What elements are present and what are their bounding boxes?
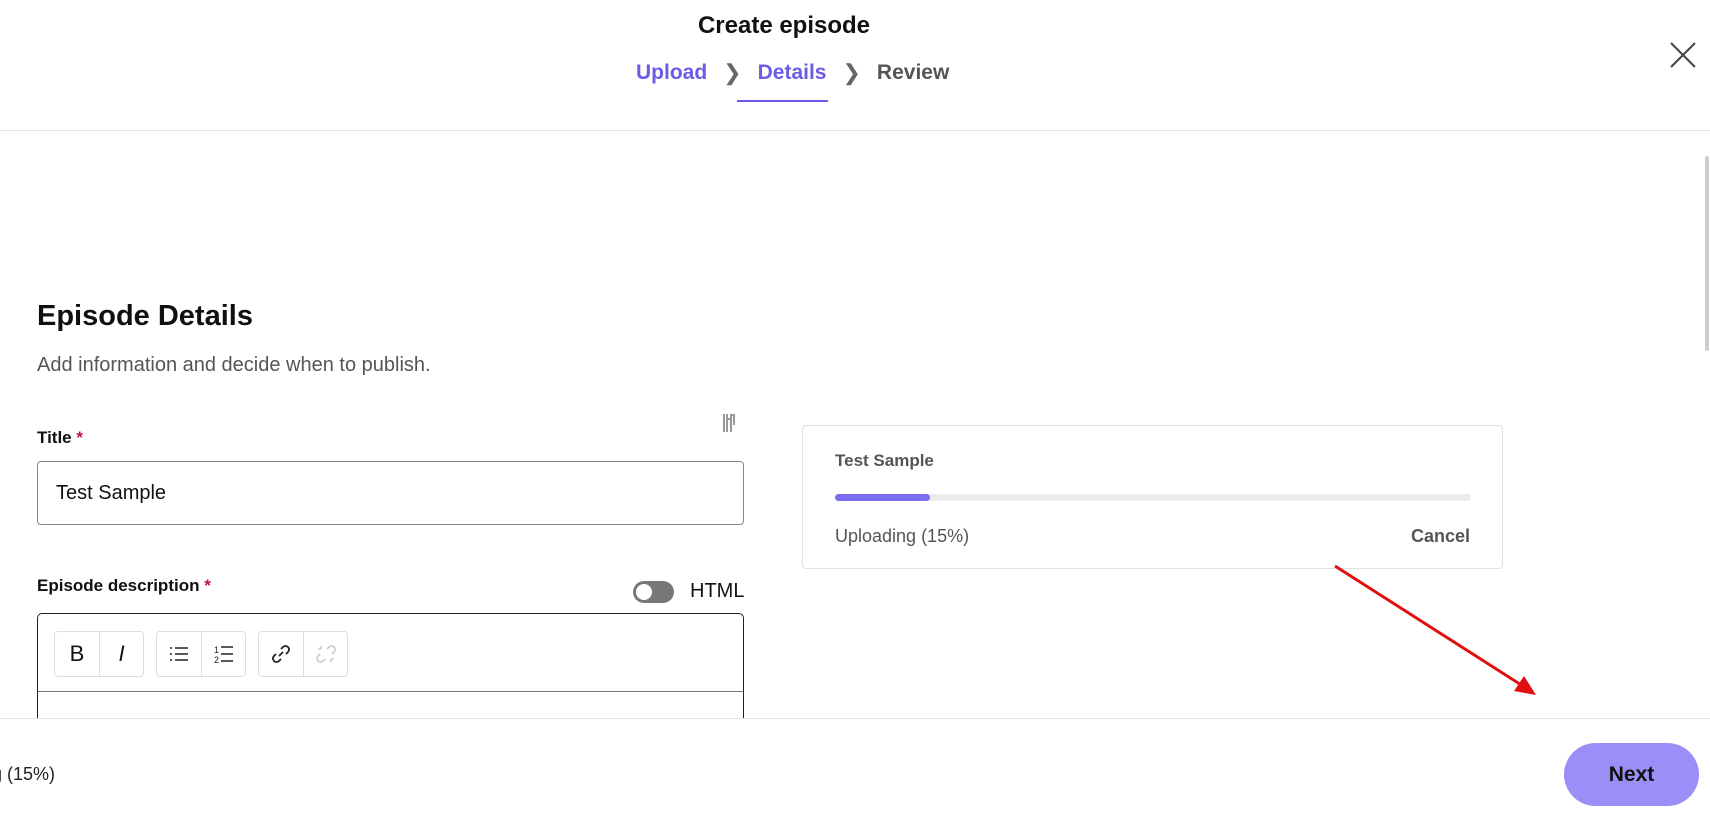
close-icon[interactable] <box>1666 38 1700 72</box>
link-icon <box>272 645 290 663</box>
step-details[interactable]: Details <box>756 61 829 85</box>
step-review[interactable]: Review <box>875 61 951 85</box>
page-subtitle: Add information and decide when to publi… <box>37 354 431 376</box>
document-icon[interactable] <box>722 413 736 433</box>
upload-progress-fill <box>835 494 931 501</box>
editor-divider <box>38 691 743 692</box>
header-divider <box>0 130 1710 131</box>
required-mark: * <box>76 428 83 447</box>
next-button[interactable]: Next <box>1564 743 1699 806</box>
unlink-button[interactable] <box>303 632 347 676</box>
unlink-icon <box>315 645 336 663</box>
description-label: Episode description * <box>37 576 211 596</box>
upload-status: Uploading (15%) <box>835 526 970 546</box>
chevron-right-icon: ❯ <box>842 60 861 85</box>
footer-upload-status: g (15%) <box>0 764 56 784</box>
description-editor[interactable]: B I 12 <box>37 613 744 733</box>
annotation-arrow-icon <box>1334 564 1536 695</box>
link-button[interactable] <box>259 632 303 676</box>
cancel-upload-button[interactable]: Cancel <box>1411 526 1470 547</box>
italic-button[interactable]: I <box>99 632 143 676</box>
title-input[interactable] <box>37 461 744 525</box>
numbered-list-icon: 12 <box>214 645 233 664</box>
stepper: Upload ❯ Details ❯ Review <box>634 60 951 86</box>
upload-file-title: Test Sample <box>835 451 934 470</box>
html-toggle[interactable] <box>633 581 674 603</box>
title-label: Title * <box>37 428 83 448</box>
description-label-text: Episode description <box>37 576 200 595</box>
scrollbar[interactable] <box>1705 156 1709 351</box>
svg-text:1: 1 <box>214 645 219 655</box>
active-step-indicator <box>737 100 828 102</box>
numbered-list-button[interactable]: 12 <box>201 632 245 676</box>
svg-text:2: 2 <box>214 655 219 664</box>
footer-bar: g (15%) Next <box>0 718 1710 820</box>
page-heading: Episode Details <box>37 300 253 332</box>
bullet-list-icon <box>170 647 188 661</box>
required-mark: * <box>204 576 211 595</box>
upload-progress-bar <box>835 494 1471 501</box>
bold-button[interactable]: B <box>55 632 99 676</box>
html-toggle-label: HTML <box>690 580 745 602</box>
chevron-right-icon: ❯ <box>723 60 742 85</box>
upload-card: Test Sample Uploading (15%) Cancel <box>802 425 1503 569</box>
step-upload[interactable]: Upload <box>634 61 709 85</box>
editor-toolbar: B I 12 <box>54 631 348 677</box>
modal-title: Create episode <box>697 12 871 39</box>
title-label-text: Title <box>37 428 72 447</box>
bullet-list-button[interactable] <box>157 632 201 676</box>
